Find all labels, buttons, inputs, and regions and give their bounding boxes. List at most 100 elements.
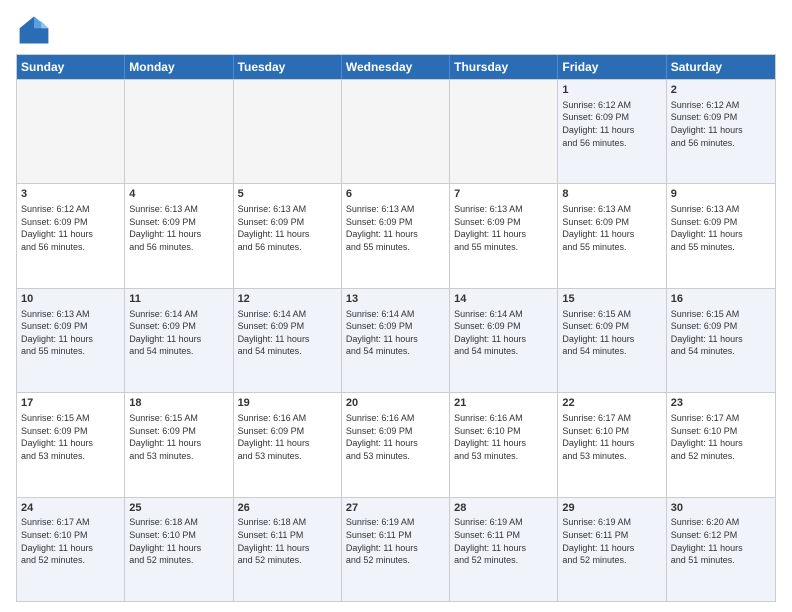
header-day-monday: Monday: [125, 55, 233, 79]
day-cell-22: 22Sunrise: 6:17 AM Sunset: 6:10 PM Dayli…: [558, 393, 666, 496]
day-number: 15: [562, 292, 661, 307]
day-number: 11: [129, 292, 228, 307]
day-info: Sunrise: 6:18 AM Sunset: 6:10 PM Dayligh…: [129, 516, 228, 566]
logo-icon: [16, 12, 52, 48]
day-number: 21: [454, 396, 553, 411]
day-number: 9: [671, 187, 771, 202]
day-info: Sunrise: 6:16 AM Sunset: 6:09 PM Dayligh…: [238, 412, 337, 462]
day-cell-6: 6Sunrise: 6:13 AM Sunset: 6:09 PM Daylig…: [342, 184, 450, 287]
calendar: SundayMondayTuesdayWednesdayThursdayFrid…: [16, 54, 776, 602]
day-info: Sunrise: 6:13 AM Sunset: 6:09 PM Dayligh…: [238, 203, 337, 253]
day-cell-14: 14Sunrise: 6:14 AM Sunset: 6:09 PM Dayli…: [450, 289, 558, 392]
day-cell-27: 27Sunrise: 6:19 AM Sunset: 6:11 PM Dayli…: [342, 498, 450, 601]
day-number: 20: [346, 396, 445, 411]
day-number: 8: [562, 187, 661, 202]
day-cell-1: 1Sunrise: 6:12 AM Sunset: 6:09 PM Daylig…: [558, 80, 666, 183]
day-cell-28: 28Sunrise: 6:19 AM Sunset: 6:11 PM Dayli…: [450, 498, 558, 601]
day-info: Sunrise: 6:14 AM Sunset: 6:09 PM Dayligh…: [129, 308, 228, 358]
day-cell-24: 24Sunrise: 6:17 AM Sunset: 6:10 PM Dayli…: [17, 498, 125, 601]
day-number: 4: [129, 187, 228, 202]
day-info: Sunrise: 6:19 AM Sunset: 6:11 PM Dayligh…: [562, 516, 661, 566]
day-number: 1: [562, 83, 661, 98]
day-cell-15: 15Sunrise: 6:15 AM Sunset: 6:09 PM Dayli…: [558, 289, 666, 392]
day-cell-7: 7Sunrise: 6:13 AM Sunset: 6:09 PM Daylig…: [450, 184, 558, 287]
day-info: Sunrise: 6:19 AM Sunset: 6:11 PM Dayligh…: [346, 516, 445, 566]
day-info: Sunrise: 6:13 AM Sunset: 6:09 PM Dayligh…: [129, 203, 228, 253]
day-cell-19: 19Sunrise: 6:16 AM Sunset: 6:09 PM Dayli…: [234, 393, 342, 496]
day-info: Sunrise: 6:12 AM Sunset: 6:09 PM Dayligh…: [671, 99, 771, 149]
day-cell-26: 26Sunrise: 6:18 AM Sunset: 6:11 PM Dayli…: [234, 498, 342, 601]
day-info: Sunrise: 6:17 AM Sunset: 6:10 PM Dayligh…: [671, 412, 771, 462]
day-cell-4: 4Sunrise: 6:13 AM Sunset: 6:09 PM Daylig…: [125, 184, 233, 287]
day-number: 13: [346, 292, 445, 307]
day-info: Sunrise: 6:13 AM Sunset: 6:09 PM Dayligh…: [671, 203, 771, 253]
day-info: Sunrise: 6:13 AM Sunset: 6:09 PM Dayligh…: [21, 308, 120, 358]
day-info: Sunrise: 6:17 AM Sunset: 6:10 PM Dayligh…: [562, 412, 661, 462]
day-cell-18: 18Sunrise: 6:15 AM Sunset: 6:09 PM Dayli…: [125, 393, 233, 496]
day-info: Sunrise: 6:13 AM Sunset: 6:09 PM Dayligh…: [562, 203, 661, 253]
header-day-wednesday: Wednesday: [342, 55, 450, 79]
calendar-row-2: 10Sunrise: 6:13 AM Sunset: 6:09 PM Dayli…: [17, 288, 775, 392]
empty-cell: [234, 80, 342, 183]
day-info: Sunrise: 6:15 AM Sunset: 6:09 PM Dayligh…: [562, 308, 661, 358]
day-info: Sunrise: 6:14 AM Sunset: 6:09 PM Dayligh…: [346, 308, 445, 358]
day-number: 29: [562, 501, 661, 516]
day-number: 26: [238, 501, 337, 516]
day-number: 7: [454, 187, 553, 202]
day-cell-2: 2Sunrise: 6:12 AM Sunset: 6:09 PM Daylig…: [667, 80, 775, 183]
header-day-tuesday: Tuesday: [234, 55, 342, 79]
calendar-row-3: 17Sunrise: 6:15 AM Sunset: 6:09 PM Dayli…: [17, 392, 775, 496]
day-number: 6: [346, 187, 445, 202]
day-cell-13: 13Sunrise: 6:14 AM Sunset: 6:09 PM Dayli…: [342, 289, 450, 392]
day-number: 22: [562, 396, 661, 411]
day-number: 24: [21, 501, 120, 516]
day-cell-12: 12Sunrise: 6:14 AM Sunset: 6:09 PM Dayli…: [234, 289, 342, 392]
header-day-saturday: Saturday: [667, 55, 775, 79]
day-info: Sunrise: 6:12 AM Sunset: 6:09 PM Dayligh…: [562, 99, 661, 149]
day-number: 5: [238, 187, 337, 202]
day-info: Sunrise: 6:15 AM Sunset: 6:09 PM Dayligh…: [129, 412, 228, 462]
day-info: Sunrise: 6:12 AM Sunset: 6:09 PM Dayligh…: [21, 203, 120, 253]
empty-cell: [450, 80, 558, 183]
day-cell-17: 17Sunrise: 6:15 AM Sunset: 6:09 PM Dayli…: [17, 393, 125, 496]
day-info: Sunrise: 6:16 AM Sunset: 6:10 PM Dayligh…: [454, 412, 553, 462]
day-cell-8: 8Sunrise: 6:13 AM Sunset: 6:09 PM Daylig…: [558, 184, 666, 287]
page: SundayMondayTuesdayWednesdayThursdayFrid…: [0, 0, 792, 612]
day-number: 17: [21, 396, 120, 411]
day-cell-11: 11Sunrise: 6:14 AM Sunset: 6:09 PM Dayli…: [125, 289, 233, 392]
logo: [16, 12, 56, 48]
day-number: 19: [238, 396, 337, 411]
empty-cell: [342, 80, 450, 183]
day-info: Sunrise: 6:14 AM Sunset: 6:09 PM Dayligh…: [454, 308, 553, 358]
day-cell-25: 25Sunrise: 6:18 AM Sunset: 6:10 PM Dayli…: [125, 498, 233, 601]
day-info: Sunrise: 6:15 AM Sunset: 6:09 PM Dayligh…: [671, 308, 771, 358]
header-day-friday: Friday: [558, 55, 666, 79]
day-number: 25: [129, 501, 228, 516]
calendar-row-0: 1Sunrise: 6:12 AM Sunset: 6:09 PM Daylig…: [17, 79, 775, 183]
day-cell-3: 3Sunrise: 6:12 AM Sunset: 6:09 PM Daylig…: [17, 184, 125, 287]
day-cell-21: 21Sunrise: 6:16 AM Sunset: 6:10 PM Dayli…: [450, 393, 558, 496]
day-info: Sunrise: 6:20 AM Sunset: 6:12 PM Dayligh…: [671, 516, 771, 566]
day-number: 16: [671, 292, 771, 307]
header: [16, 12, 776, 48]
day-info: Sunrise: 6:19 AM Sunset: 6:11 PM Dayligh…: [454, 516, 553, 566]
day-cell-29: 29Sunrise: 6:19 AM Sunset: 6:11 PM Dayli…: [558, 498, 666, 601]
day-cell-23: 23Sunrise: 6:17 AM Sunset: 6:10 PM Dayli…: [667, 393, 775, 496]
day-info: Sunrise: 6:13 AM Sunset: 6:09 PM Dayligh…: [346, 203, 445, 253]
day-number: 23: [671, 396, 771, 411]
day-number: 18: [129, 396, 228, 411]
day-cell-20: 20Sunrise: 6:16 AM Sunset: 6:09 PM Dayli…: [342, 393, 450, 496]
day-info: Sunrise: 6:15 AM Sunset: 6:09 PM Dayligh…: [21, 412, 120, 462]
calendar-row-4: 24Sunrise: 6:17 AM Sunset: 6:10 PM Dayli…: [17, 497, 775, 601]
day-number: 14: [454, 292, 553, 307]
day-cell-9: 9Sunrise: 6:13 AM Sunset: 6:09 PM Daylig…: [667, 184, 775, 287]
day-info: Sunrise: 6:17 AM Sunset: 6:10 PM Dayligh…: [21, 516, 120, 566]
day-info: Sunrise: 6:16 AM Sunset: 6:09 PM Dayligh…: [346, 412, 445, 462]
day-info: Sunrise: 6:18 AM Sunset: 6:11 PM Dayligh…: [238, 516, 337, 566]
calendar-header: SundayMondayTuesdayWednesdayThursdayFrid…: [17, 55, 775, 79]
empty-cell: [17, 80, 125, 183]
header-day-sunday: Sunday: [17, 55, 125, 79]
day-cell-30: 30Sunrise: 6:20 AM Sunset: 6:12 PM Dayli…: [667, 498, 775, 601]
calendar-row-1: 3Sunrise: 6:12 AM Sunset: 6:09 PM Daylig…: [17, 183, 775, 287]
day-number: 30: [671, 501, 771, 516]
